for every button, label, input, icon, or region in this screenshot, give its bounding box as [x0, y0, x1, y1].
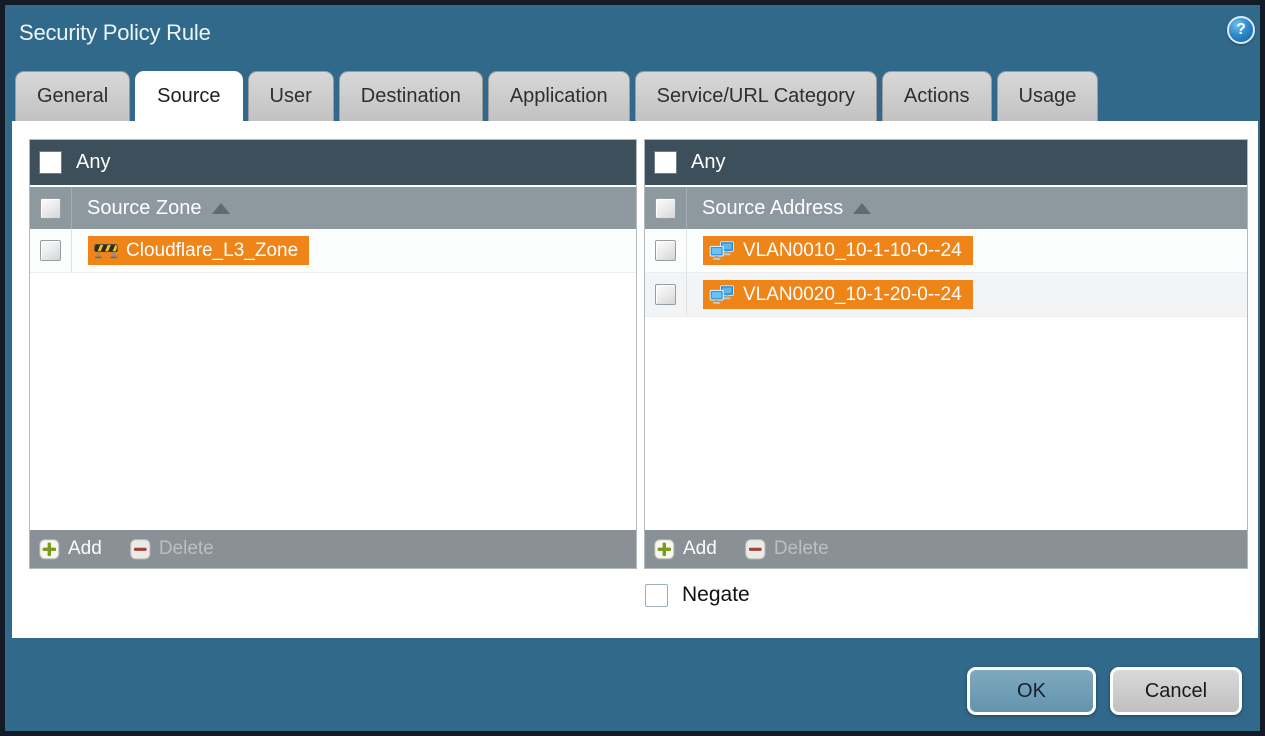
address-item-label: VLAN0010_10-1-10-0--24 [743, 239, 962, 261]
source-address-any-label: Any [691, 151, 726, 173]
security-policy-rule-dialog: Security Policy Rule ? General Source Us… [0, 0, 1265, 736]
source-address-select-all-checkbox[interactable] [655, 197, 676, 219]
negate-control: Negate [645, 583, 750, 607]
add-button[interactable]: Add [39, 538, 102, 560]
ok-button[interactable]: OK [967, 667, 1096, 715]
source-zone-list: Cloudflare_L3_Zone [30, 229, 636, 528]
delete-button[interactable]: Delete [130, 538, 214, 560]
negate-label: Negate [682, 583, 750, 606]
row-checkbox-cell [30, 229, 72, 272]
source-zone-column-title: Source Zone [87, 196, 202, 219]
help-icon[interactable]: ? [1227, 16, 1255, 44]
zone-icon [94, 242, 118, 259]
delete-minus-icon [130, 538, 151, 559]
tab-application[interactable]: Application [487, 71, 630, 121]
tab-bar: General Source User Destination Applicat… [15, 71, 1099, 121]
address-item-chip[interactable]: VLAN0020_10-1-20-0--24 [703, 280, 973, 309]
dialog-title: Security Policy Rule [19, 20, 211, 45]
row-checkbox[interactable] [655, 240, 676, 261]
negate-checkbox[interactable] [645, 583, 668, 607]
select-all-cell [30, 187, 72, 229]
tab-user[interactable]: User [247, 71, 334, 121]
address-icon [709, 284, 734, 304]
sort-ascending-icon [853, 202, 872, 214]
tab-source[interactable]: Source [135, 71, 243, 121]
delete-button[interactable]: Delete [745, 538, 829, 560]
source-address-column-title: Source Address [702, 196, 844, 219]
row-checkbox-cell [645, 273, 687, 316]
tab-actions[interactable]: Actions [881, 71, 992, 121]
source-zone-any-label: Any [76, 151, 111, 173]
table-row: VLAN0010_10-1-10-0--24 [645, 229, 1247, 273]
source-address-panel: Any Source Address VLAN0010_10-1-10-0--2… [644, 139, 1248, 569]
row-checkbox[interactable] [655, 284, 676, 305]
row-checkbox[interactable] [40, 240, 61, 261]
source-zone-footer: Add Delete [30, 528, 636, 568]
table-row: VLAN0020_10-1-20-0--24 [645, 273, 1247, 317]
delete-minus-icon [745, 538, 766, 559]
source-address-any-bar: Any [645, 140, 1247, 185]
sort-ascending-icon [211, 202, 230, 214]
cancel-button[interactable]: Cancel [1110, 667, 1242, 715]
tab-service-url-category[interactable]: Service/URL Category [634, 71, 877, 121]
help-glyph: ? [1236, 21, 1246, 38]
zone-item-chip[interactable]: Cloudflare_L3_Zone [88, 236, 310, 265]
source-zone-any-checkbox[interactable] [39, 151, 62, 174]
tab-destination[interactable]: Destination [338, 71, 483, 121]
add-label: Add [683, 538, 717, 559]
source-zone-column-header[interactable]: Source Zone [30, 187, 636, 229]
source-tab-content: Any Source Zone Cloudflare_L3_Zone Add D… [12, 121, 1258, 638]
add-button[interactable]: Add [654, 538, 717, 560]
row-checkbox-cell [645, 229, 687, 272]
source-address-footer: Add Delete [645, 528, 1247, 568]
add-label: Add [68, 538, 102, 559]
address-item-chip[interactable]: VLAN0010_10-1-10-0--24 [703, 236, 973, 265]
source-address-list: VLAN0010_10-1-10-0--24 VLAN0020_10-1-20-… [645, 229, 1247, 528]
add-plus-icon [39, 538, 60, 559]
delete-label: Delete [773, 538, 829, 559]
delete-label: Delete [158, 538, 214, 559]
source-zone-panel: Any Source Zone Cloudflare_L3_Zone Add D… [29, 139, 637, 569]
add-plus-icon [654, 538, 675, 559]
tab-general[interactable]: General [15, 71, 131, 121]
source-zone-any-bar: Any [30, 140, 636, 185]
table-row: Cloudflare_L3_Zone [30, 229, 636, 273]
address-item-label: VLAN0020_10-1-20-0--24 [743, 283, 962, 305]
select-all-cell [645, 187, 687, 229]
tab-usage[interactable]: Usage [996, 71, 1099, 121]
zone-item-label: Cloudflare_L3_Zone [126, 239, 299, 261]
source-address-column-header[interactable]: Source Address [645, 187, 1247, 229]
source-address-any-checkbox[interactable] [654, 151, 677, 174]
source-zone-select-all-checkbox[interactable] [40, 197, 61, 219]
address-icon [709, 240, 734, 260]
